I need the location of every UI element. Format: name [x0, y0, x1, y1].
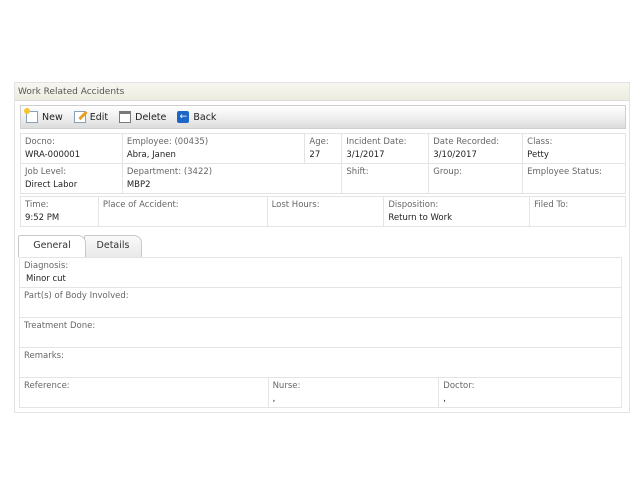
- time-label: Time:: [25, 200, 49, 210]
- shift-field: Shift:: [341, 163, 430, 194]
- doctor-label: Doctor:: [443, 381, 475, 391]
- nurse-field: Nurse: ,: [267, 377, 440, 408]
- edit-button-label: Edit: [89, 111, 109, 123]
- remarks-field: Remarks:: [19, 347, 622, 378]
- delete-button[interactable]: Delete: [119, 111, 166, 123]
- age-field: Age: 27: [304, 133, 343, 164]
- back-button[interactable]: ← Back: [177, 111, 216, 123]
- edit-button[interactable]: Edit: [73, 111, 109, 123]
- department-field: Department: (3422) MBP2: [121, 163, 343, 194]
- department-value: MBP2: [126, 180, 151, 190]
- lost-hours-field: Lost Hours:: [266, 196, 385, 227]
- incident-date-label: Incident Date:: [346, 137, 407, 147]
- nurse-value: ,: [272, 394, 276, 404]
- time-value: 9:52 PM: [25, 213, 60, 223]
- class-field: Class: Petty: [522, 133, 626, 164]
- disposition-label: Disposition:: [388, 200, 439, 210]
- age-value: 27: [309, 150, 321, 160]
- group-label: Group:: [433, 167, 463, 177]
- new-button[interactable]: New: [24, 108, 63, 123]
- employee-status-label: Employee Status:: [527, 167, 602, 177]
- header-info-grid: Docno: WRA-000001 Employee: (00435) Abra…: [20, 133, 626, 194]
- treatment-label: Treatment Done:: [24, 321, 96, 331]
- incident-date-value: 3/1/2017: [346, 150, 385, 160]
- delete-icon: [119, 111, 132, 123]
- class-label: Class:: [527, 137, 553, 147]
- date-recorded-value: 3/10/2017: [433, 150, 477, 160]
- general-tab-content: Diagnosis: Minor cut Part(s) of Body Inv…: [19, 257, 622, 408]
- job-level-label: Job Level:: [25, 167, 67, 177]
- shift-label: Shift:: [346, 167, 369, 177]
- diagnosis-field: Diagnosis: Minor cut: [19, 257, 622, 288]
- treatment-field: Treatment Done:: [19, 317, 622, 348]
- incident-date-field: Incident Date: 3/1/2017: [341, 133, 430, 164]
- edit-icon: [73, 111, 86, 123]
- docno-value: WRA-000001: [25, 150, 81, 160]
- group-field: Group:: [428, 163, 524, 194]
- place-of-accident-field: Place of Accident:: [97, 196, 268, 227]
- delete-button-label: Delete: [135, 111, 167, 123]
- disposition-value: Return to Work: [388, 213, 453, 223]
- job-level-field: Job Level: Direct Labor: [20, 163, 123, 194]
- filed-to-label: Filed To:: [534, 200, 569, 210]
- panel-title: Work Related Accidents: [15, 83, 629, 101]
- tab-general[interactable]: General: [18, 235, 86, 257]
- body-parts-label: Part(s) of Body Involved:: [24, 291, 129, 301]
- employee-field: Employee: (00435) Abra, Janen: [121, 133, 306, 164]
- accident-info-grid: Time: 9:52 PM Place of Accident: Lost Ho…: [20, 196, 626, 227]
- body-parts-field: Part(s) of Body Involved:: [19, 287, 622, 318]
- diagnosis-label: Diagnosis:: [24, 261, 69, 271]
- reference-field: Reference:: [19, 377, 269, 408]
- age-label: Age:: [309, 137, 329, 147]
- date-recorded-field: Date Recorded: 3/10/2017: [428, 133, 524, 164]
- toolbar: New Edit Delete ← Back: [20, 105, 626, 129]
- new-document-icon: [24, 108, 38, 123]
- disposition-field: Disposition: Return to Work: [383, 196, 531, 227]
- docno-field: Docno: WRA-000001: [20, 133, 123, 164]
- department-label: Department: (3422): [126, 167, 213, 177]
- tab-details[interactable]: Details: [84, 235, 142, 257]
- doctor-field: Doctor: ,: [438, 377, 622, 408]
- docno-label: Docno:: [25, 137, 55, 147]
- back-button-label: Back: [193, 111, 217, 123]
- reference-label: Reference:: [24, 381, 70, 391]
- time-field: Time: 9:52 PM: [20, 196, 99, 227]
- new-button-label: New: [42, 111, 63, 123]
- lost-hours-label: Lost Hours:: [271, 200, 320, 210]
- doctor-value: ,: [443, 394, 446, 404]
- filed-to-field: Filed To:: [529, 196, 626, 227]
- employee-label: Employee: (00435): [126, 137, 209, 147]
- job-level-value: Direct Labor: [25, 180, 78, 190]
- nurse-label: Nurse:: [272, 381, 301, 391]
- class-value: Petty: [527, 150, 549, 160]
- place-of-accident-label: Place of Accident:: [102, 200, 179, 210]
- date-recorded-label: Date Recorded:: [433, 137, 500, 147]
- diagnosis-value: Minor cut: [26, 274, 66, 284]
- back-arrow-icon: ←: [177, 111, 190, 123]
- remarks-label: Remarks:: [24, 351, 64, 361]
- employee-status-field: Employee Status:: [522, 163, 626, 194]
- employee-value: Abra, Janen: [126, 150, 176, 160]
